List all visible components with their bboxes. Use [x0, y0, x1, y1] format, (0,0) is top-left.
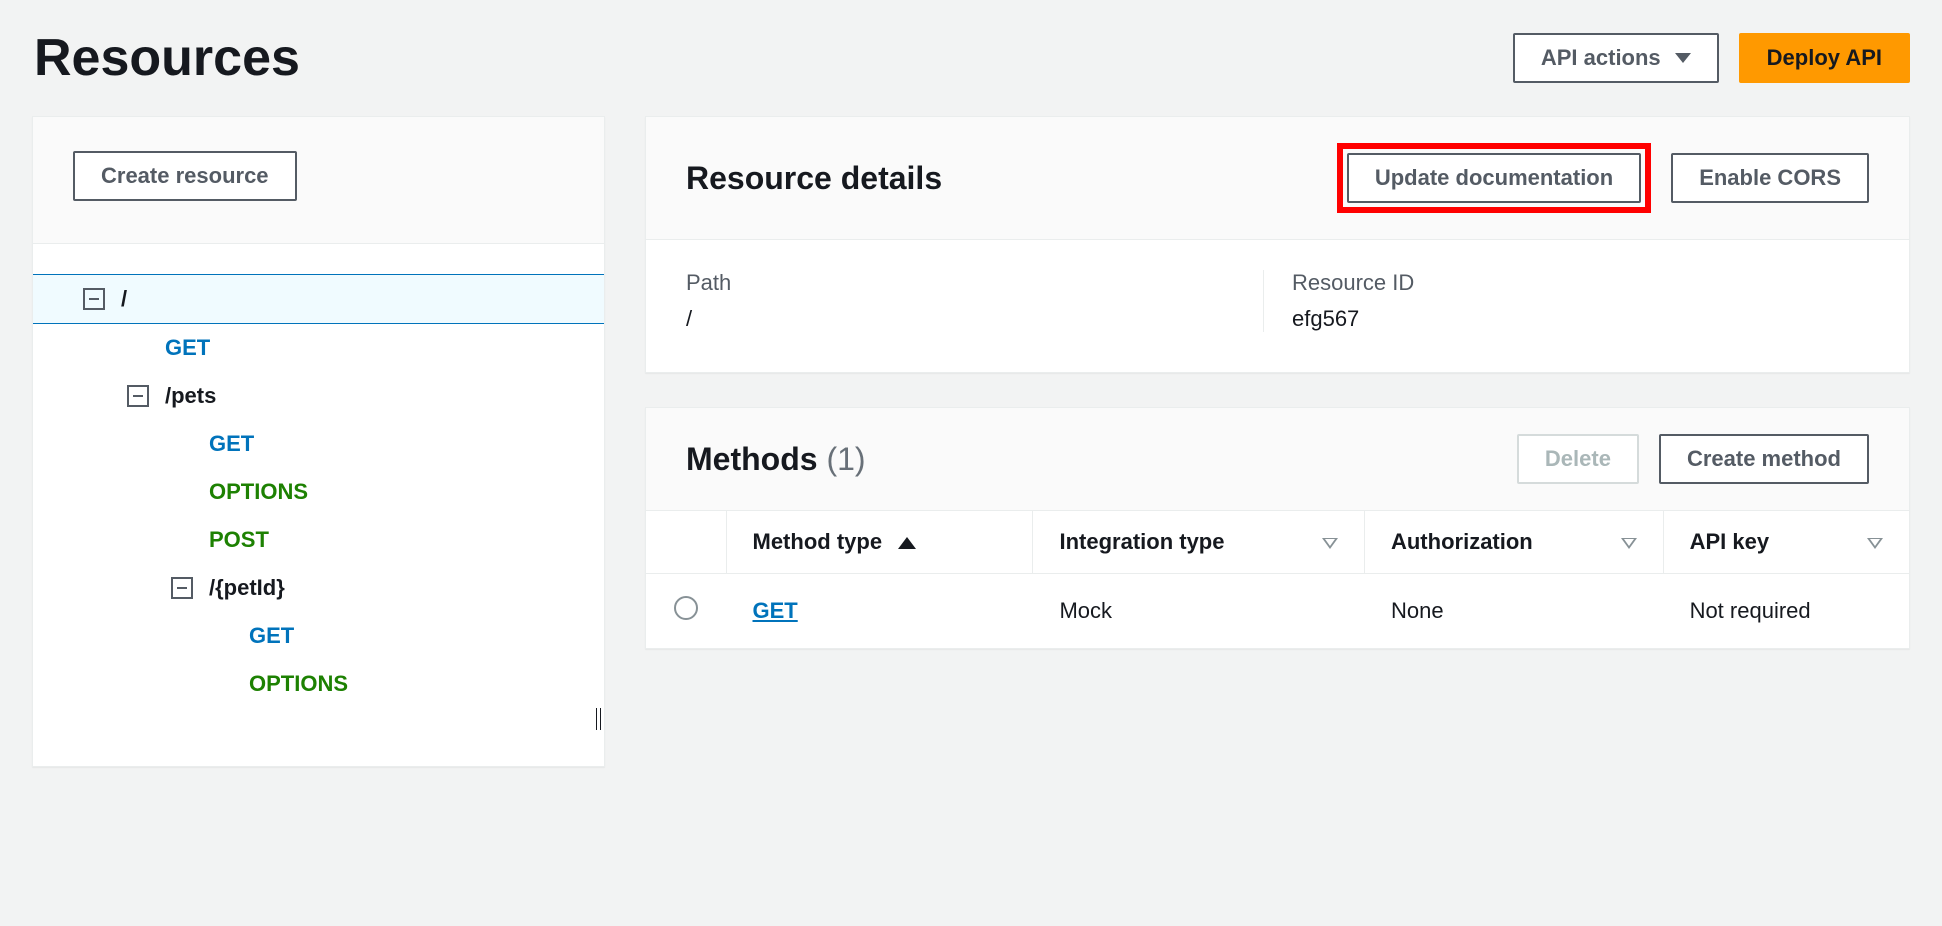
filter-icon[interactable]	[1867, 540, 1883, 551]
table-header-row: Method type Integration type	[646, 511, 1909, 574]
main-column: Resource details Update documentation En…	[645, 116, 1910, 649]
path-value: /	[686, 306, 1263, 332]
tree-node-root-get[interactable]: GET	[33, 324, 604, 372]
resource-id-cell: Resource ID efg567	[1263, 270, 1869, 332]
col-api-key[interactable]: API key	[1663, 511, 1909, 574]
update-documentation-label: Update documentation	[1375, 165, 1613, 191]
col-authorization[interactable]: Authorization	[1364, 511, 1663, 574]
methods-header: Methods (1) Delete Create method	[646, 408, 1909, 511]
create-resource-button[interactable]: Create resource	[73, 151, 297, 201]
page-header: Resources API actions Deploy API	[32, 0, 1910, 116]
method-label: POST	[209, 527, 269, 553]
enable-cors-label: Enable CORS	[1699, 165, 1841, 191]
resource-details-body: Path / Resource ID efg567	[646, 240, 1909, 372]
col-method-type[interactable]: Method type	[726, 511, 1033, 574]
resource-details-header: Resource details Update documentation En…	[646, 117, 1909, 240]
api-actions-button[interactable]: API actions	[1513, 33, 1719, 83]
method-link[interactable]: GET	[753, 598, 798, 623]
resource-id-label: Resource ID	[1292, 270, 1869, 296]
collapse-icon[interactable]	[127, 385, 149, 407]
tree-node-pets-post[interactable]: POST	[33, 516, 604, 564]
resource-details-title: Resource details	[686, 160, 942, 197]
resize-handle-icon[interactable]	[596, 708, 604, 730]
row-method-cell: GET	[726, 574, 1033, 649]
row-select-cell[interactable]	[646, 574, 726, 649]
delete-method-button[interactable]: Delete	[1517, 434, 1639, 484]
tree-node-petid-options[interactable]: OPTIONS	[33, 660, 604, 708]
tree-node-pets-get[interactable]: GET	[33, 420, 604, 468]
page-title: Resources	[34, 28, 300, 88]
chevron-down-icon	[1675, 53, 1691, 63]
radio-icon[interactable]	[674, 596, 698, 620]
method-label: GET	[249, 623, 294, 649]
tree-node-petid-get[interactable]: GET	[33, 612, 604, 660]
create-method-button[interactable]: Create method	[1659, 434, 1869, 484]
deploy-api-button[interactable]: Deploy API	[1739, 33, 1910, 83]
resource-tree: / GET /pets GET OPTIONS	[33, 274, 604, 766]
methods-actions: Delete Create method	[1517, 434, 1869, 484]
path-label: Path	[686, 270, 1263, 296]
table-row: GET Mock None Not required	[646, 574, 1909, 649]
path-cell: Path /	[686, 270, 1263, 332]
resource-id-value: efg567	[1292, 306, 1869, 332]
create-resource-label: Create resource	[101, 163, 269, 189]
tree-label: /pets	[165, 383, 216, 409]
delete-method-label: Delete	[1545, 446, 1611, 472]
methods-panel: Methods (1) Delete Create method	[645, 407, 1910, 649]
method-label: GET	[165, 335, 210, 361]
row-authorization-cell: None	[1364, 574, 1663, 649]
methods-title-text: Methods	[686, 441, 818, 477]
sidebar-toolbar: Create resource	[33, 117, 604, 244]
deploy-api-label: Deploy API	[1767, 45, 1882, 71]
highlight-update-documentation: Update documentation	[1337, 143, 1651, 213]
tree-label: /{petId}	[209, 575, 285, 601]
methods-title: Methods (1)	[686, 441, 866, 478]
methods-count: (1)	[826, 441, 865, 477]
method-label: OPTIONS	[249, 671, 348, 697]
header-actions: API actions Deploy API	[1513, 33, 1910, 83]
tree-node-pets[interactable]: /pets	[33, 372, 604, 420]
filter-icon[interactable]	[1322, 540, 1338, 551]
enable-cors-button[interactable]: Enable CORS	[1671, 153, 1869, 203]
tree-node-root[interactable]: /	[33, 274, 604, 324]
resource-tree-panel: Create resource / GET /pets	[32, 116, 605, 767]
method-label: GET	[209, 431, 254, 457]
collapse-icon[interactable]	[171, 577, 193, 599]
col-authorization-label: Authorization	[1391, 529, 1533, 555]
resource-details-panel: Resource details Update documentation En…	[645, 116, 1910, 373]
methods-table: Method type Integration type	[646, 511, 1909, 648]
col-integration-type-label: Integration type	[1059, 529, 1224, 555]
col-method-type-label: Method type	[753, 529, 883, 554]
sort-asc-icon	[898, 537, 916, 549]
filter-icon[interactable]	[1621, 540, 1637, 551]
collapse-icon[interactable]	[83, 288, 105, 310]
tree-label: /	[121, 286, 127, 312]
row-apikey-cell: Not required	[1663, 574, 1909, 649]
api-actions-label: API actions	[1541, 45, 1661, 71]
col-integration-type[interactable]: Integration type	[1033, 511, 1365, 574]
update-documentation-button[interactable]: Update documentation	[1347, 153, 1641, 203]
tree-node-pets-options[interactable]: OPTIONS	[33, 468, 604, 516]
col-api-key-label: API key	[1690, 529, 1770, 555]
method-label: OPTIONS	[209, 479, 308, 505]
col-select	[646, 511, 726, 574]
resource-details-actions: Update documentation Enable CORS	[1337, 143, 1869, 213]
create-method-label: Create method	[1687, 446, 1841, 472]
tree-node-petid[interactable]: /{petId}	[33, 564, 604, 612]
row-integration-cell: Mock	[1033, 574, 1365, 649]
